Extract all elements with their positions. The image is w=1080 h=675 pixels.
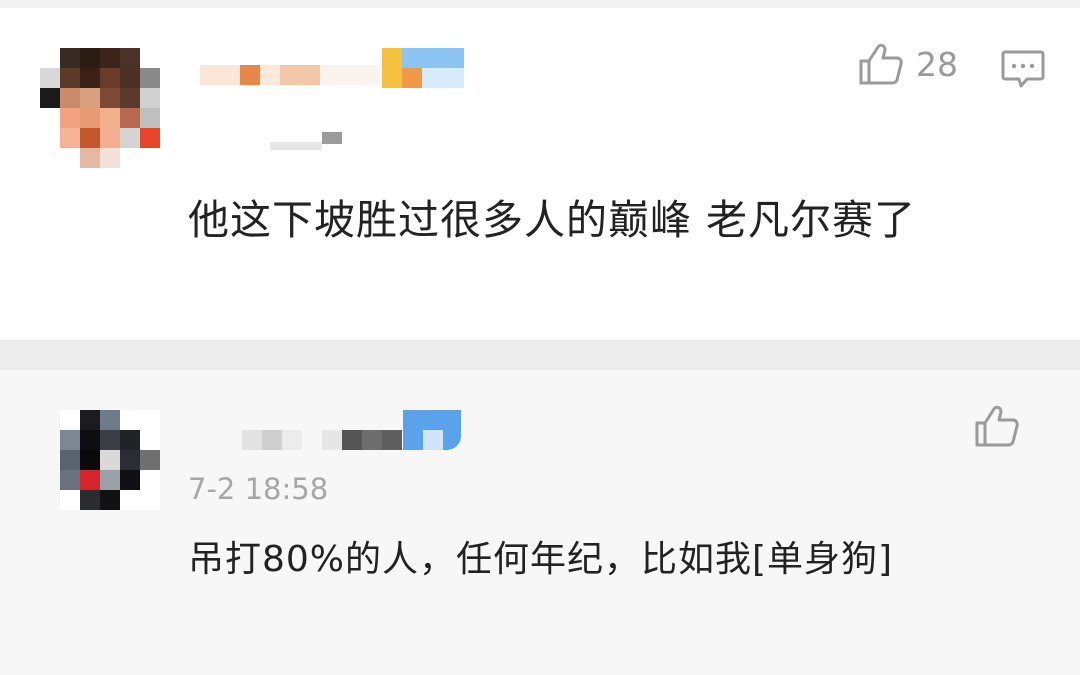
comment-text: 他这下坡胜过很多人的巅峰 老凡尔赛了 [188,196,917,244]
avatar[interactable] [40,48,160,168]
comment-text: 吊打80%的人，任何年纪，比如我[单身狗] [188,539,894,580]
comment-item: 28 他这下坡胜过很多人的巅峰 老凡尔赛了 [0,8,1080,340]
like-count: 28 [916,44,958,84]
meta-blurred [270,132,342,150]
comment-item: 7-2 18:58 吊打80%的人，任何年纪，比如我[单身狗] [0,370,1080,675]
thumbs-up-icon[interactable] [974,404,1020,448]
divider [0,340,1080,370]
like-button[interactable]: 28 [858,42,958,86]
top-edge [0,0,1080,8]
avatar[interactable] [60,410,160,510]
username-blurred[interactable] [242,430,402,450]
thumbs-up-icon [859,43,903,85]
comment-timestamp: 7-2 18:58 [188,472,329,506]
badge-blurred [382,48,464,88]
badge-blurred [403,410,461,450]
username-blurred[interactable] [200,65,380,85]
comment-bubble-icon[interactable] [1000,48,1046,92]
